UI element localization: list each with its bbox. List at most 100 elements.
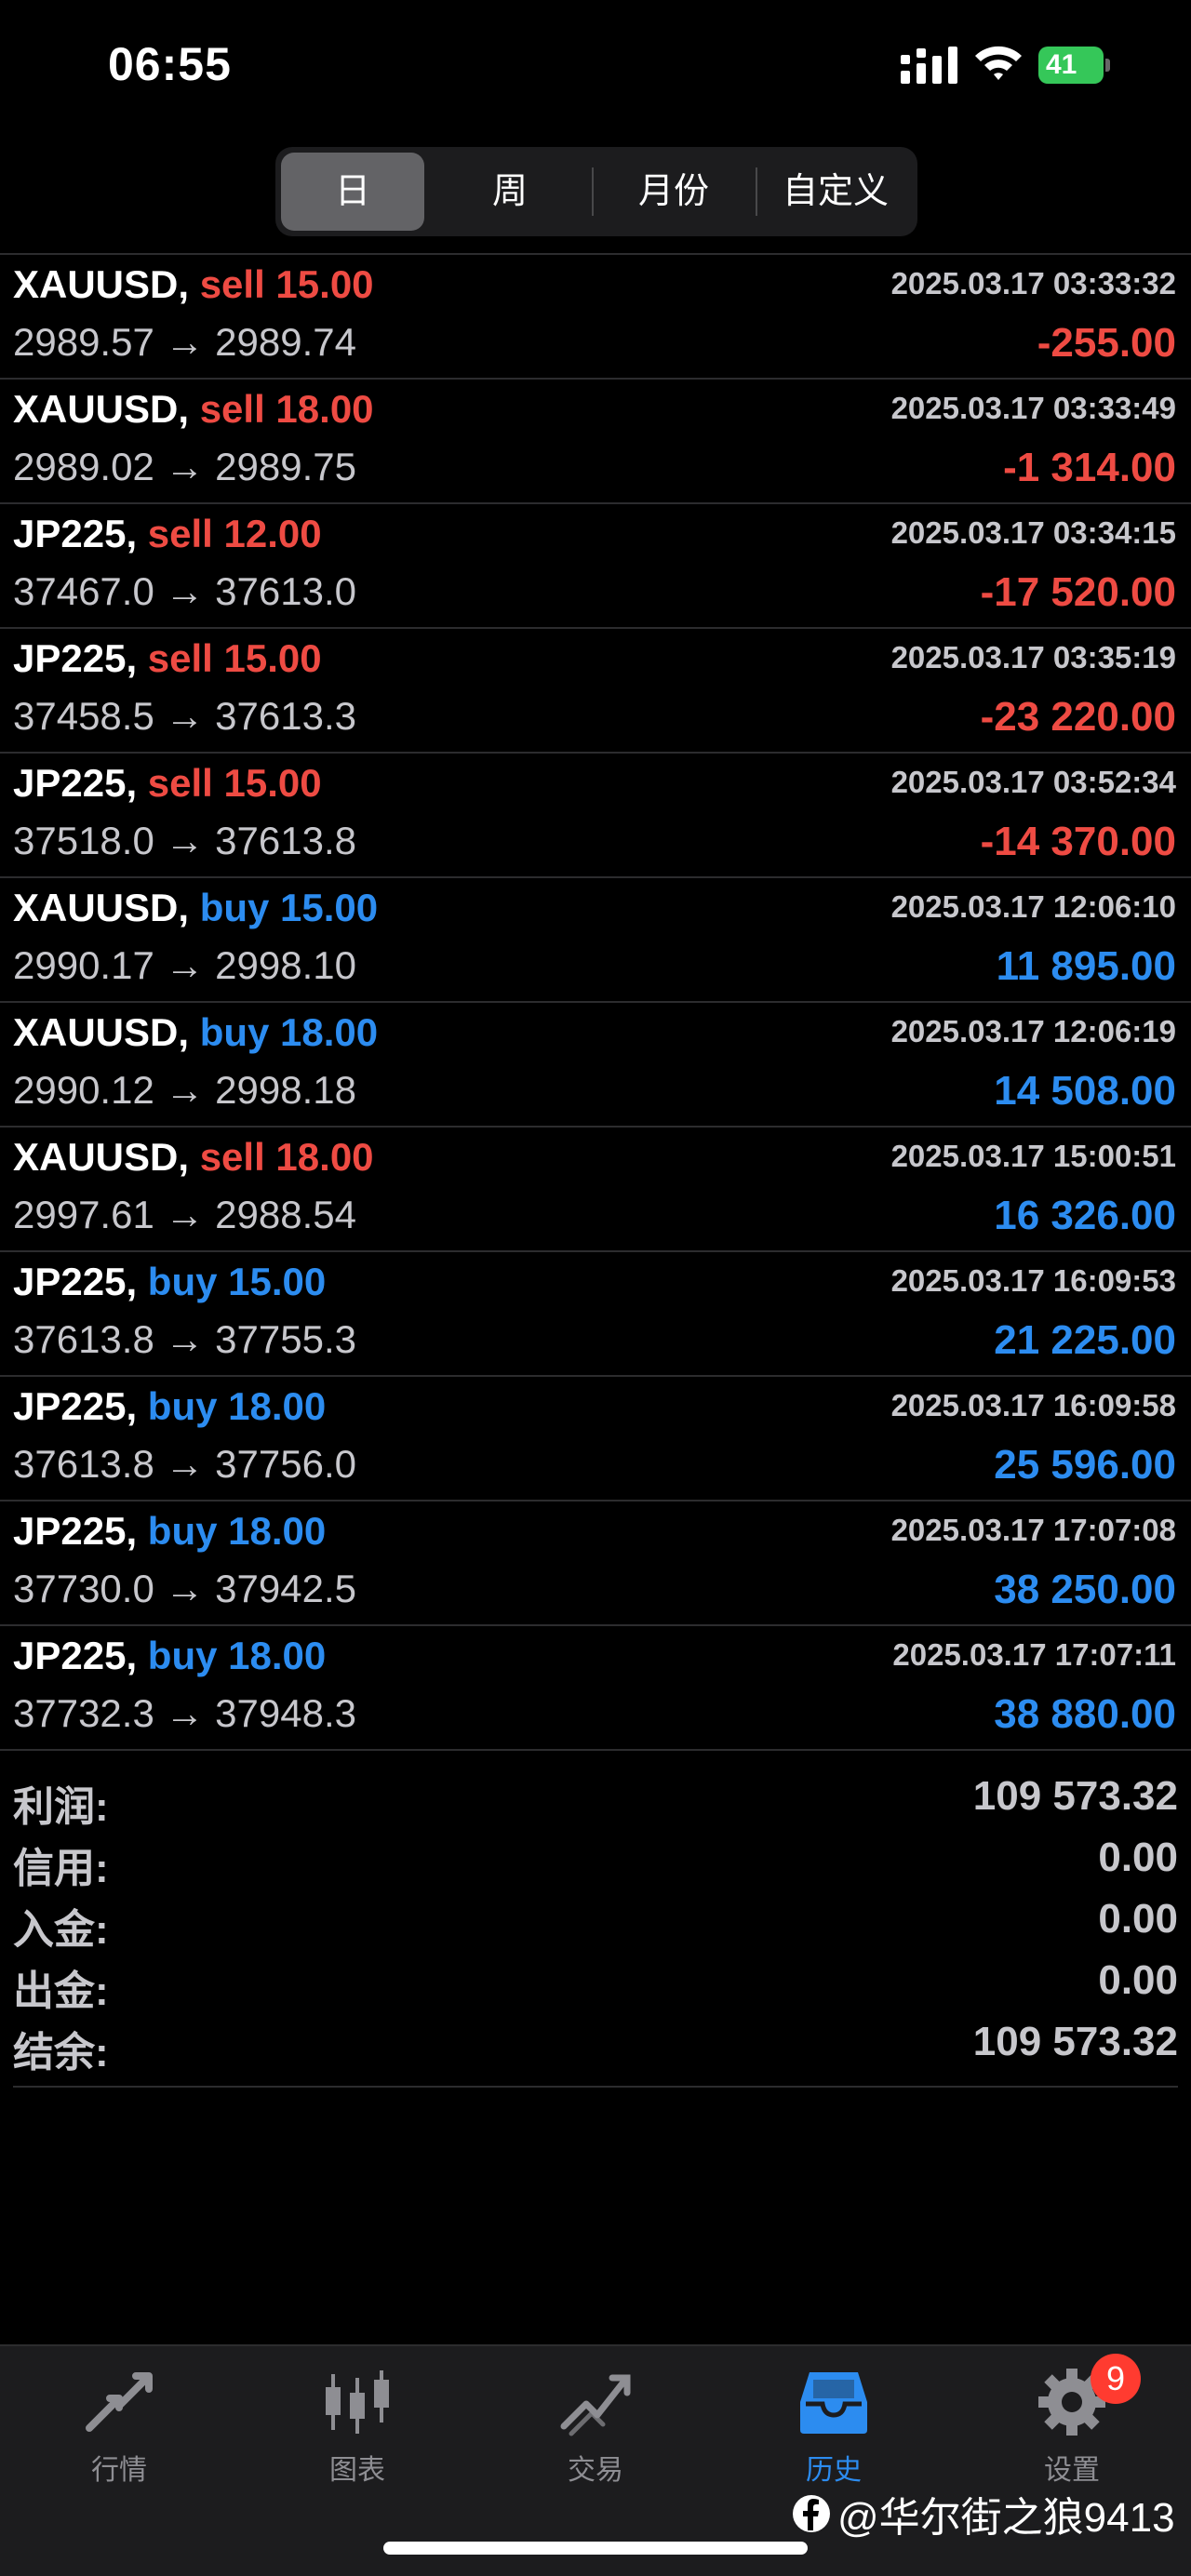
deal-row[interactable]: JP225, buy 18.00 2025.03.17 17:07:11 377… <box>0 1626 1191 1751</box>
tab-label: 行情 <box>91 2455 147 2486</box>
wifi-icon <box>975 46 1022 80</box>
segment-divider <box>592 167 594 216</box>
tab-label: 图表 <box>329 2455 385 2486</box>
deal-profit: 21 225.00 <box>994 1317 1176 1363</box>
summary-row-deposit: 入金: 0.00 <box>13 1890 1178 1953</box>
deal-prices: 37613.8 → 37755.3 <box>13 1317 356 1361</box>
deal-row[interactable]: JP225, buy 18.00 2025.03.17 16:09:58 376… <box>0 1377 1191 1502</box>
summary-value: 0.00 <box>1098 1957 1178 2003</box>
period-tab-day[interactable]: 日 <box>281 153 424 231</box>
summary-row-profit: 利润: 109 573.32 <box>13 1768 1178 1830</box>
deal-prices: 2990.17 → 2998.10 <box>13 943 356 987</box>
tab-trade[interactable]: 交易 <box>476 2365 715 2495</box>
summary-value: 109 573.32 <box>972 2019 1178 2064</box>
deal-profit: -17 520.00 <box>980 569 1176 615</box>
watermark: @华尔街之狼9413 <box>791 2484 1175 2543</box>
summary-row-credit: 信用: 0.00 <box>13 1829 1178 1891</box>
deal-symbol: JP225, <box>13 1634 138 1677</box>
deal-row[interactable]: JP225, sell 12.00 2025.03.17 03:34:15 37… <box>0 504 1191 629</box>
candlestick-chart-icon <box>326 2370 389 2434</box>
summary-value: 109 573.32 <box>972 1773 1178 1819</box>
settings-notification-badge: 9 <box>1091 2354 1141 2404</box>
deal-row[interactable]: XAUUSD, sell 18.00 2025.03.17 03:33:49 2… <box>0 380 1191 504</box>
deal-side: buy 15.00 <box>199 886 379 929</box>
trade-icon <box>560 2374 631 2436</box>
summary-row-balance: 结余: 109 573.32 <box>13 2013 1178 2075</box>
deal-time: 2025.03.17 12:06:10 <box>890 889 1176 924</box>
deal-profit: 38 250.00 <box>994 1567 1176 1612</box>
deal-time: 2025.03.17 17:07:08 <box>890 1513 1176 1547</box>
history-inbox-icon <box>800 2372 867 2434</box>
deal-side: buy 18.00 <box>199 1010 379 1054</box>
deal-time: 2025.03.17 03:52:34 <box>890 765 1176 799</box>
deal-side: sell 18.00 <box>199 387 374 431</box>
cellular-signal-icon <box>901 47 957 84</box>
period-tab-month[interactable]: 月份 <box>596 153 752 231</box>
status-bar: 06:55 41 <box>0 0 1191 130</box>
deal-time: 2025.03.17 03:34:15 <box>890 515 1176 550</box>
deal-time: 2025.03.17 12:06:19 <box>890 1014 1176 1048</box>
deal-row[interactable]: XAUUSD, buy 15.00 2025.03.17 12:06:10 29… <box>0 878 1191 1003</box>
deal-row[interactable]: XAUUSD, sell 18.00 2025.03.17 15:00:51 2… <box>0 1128 1191 1252</box>
tab-settings[interactable]: 设置 <box>953 2365 1191 2495</box>
deal-side: buy 18.00 <box>147 1634 327 1677</box>
deal-prices: 37730.0 → 37942.5 <box>13 1567 356 1610</box>
period-tab-custom[interactable]: 自定义 <box>759 153 912 231</box>
deal-side: buy 18.00 <box>147 1384 327 1428</box>
deal-side: sell 15.00 <box>199 262 374 306</box>
tab-charts[interactable]: 图表 <box>238 2365 476 2495</box>
deal-time: 2025.03.17 03:33:32 <box>890 266 1176 300</box>
deal-profit: -23 220.00 <box>980 694 1176 740</box>
deal-symbol: JP225, <box>13 512 138 555</box>
summary-row-withdrawal: 出金: 0.00 <box>13 1952 1178 2014</box>
summary-label: 出金: <box>13 1969 109 2014</box>
deal-time: 2025.03.17 16:09:53 <box>890 1263 1176 1298</box>
summary-value: 0.00 <box>1098 1896 1178 1942</box>
facebook-icon <box>793 2495 830 2532</box>
deal-prices: 2990.12 → 2998.18 <box>13 1068 356 1112</box>
deal-symbol: XAUUSD, <box>13 262 190 306</box>
deal-prices: 2989.57 → 2989.74 <box>13 320 356 364</box>
deal-symbol: XAUUSD, <box>13 886 190 929</box>
summary-value: 0.00 <box>1098 1835 1178 1880</box>
deal-symbol: JP225, <box>13 636 138 680</box>
deal-time: 2025.03.17 03:33:49 <box>890 391 1176 425</box>
deal-row[interactable]: JP225, buy 18.00 2025.03.17 17:07:08 377… <box>0 1502 1191 1626</box>
status-time: 06:55 <box>108 38 232 90</box>
deal-time: 2025.03.17 16:09:58 <box>890 1388 1176 1422</box>
deal-symbol: JP225, <box>13 1384 138 1428</box>
deal-symbol: XAUUSD, <box>13 1135 190 1179</box>
tab-label: 历史 <box>806 2455 862 2486</box>
deal-symbol: JP225, <box>13 1260 138 1303</box>
home-indicator[interactable] <box>383 2542 808 2555</box>
deal-row[interactable]: JP225, buy 15.00 2025.03.17 16:09:53 376… <box>0 1252 1191 1377</box>
deal-time: 2025.03.17 17:07:11 <box>892 1637 1176 1672</box>
summary-label: 入金: <box>13 1907 109 1953</box>
deal-prices: 37467.0 → 37613.0 <box>13 569 356 613</box>
quotes-icon <box>86 2372 153 2432</box>
summary-label: 利润: <box>13 1784 109 1830</box>
deal-prices: 37518.0 → 37613.8 <box>13 819 356 862</box>
deal-side: buy 18.00 <box>147 1509 327 1553</box>
summary-divider <box>13 2086 1178 2088</box>
account-summary: 利润: 109 573.32 信用: 0.00 入金: 0.00 出金: 0.0… <box>13 1768 1178 2075</box>
deal-row[interactable]: XAUUSD, buy 18.00 2025.03.17 12:06:19 29… <box>0 1003 1191 1128</box>
watermark-text: @华尔街之狼9413 <box>837 2495 1175 2541</box>
deal-prices: 37732.3 → 37948.3 <box>13 1691 356 1735</box>
battery-indicator: 41 <box>1038 47 1110 84</box>
deal-profit: 14 508.00 <box>994 1068 1176 1114</box>
deal-profit: 11 895.00 <box>996 943 1176 989</box>
deal-row[interactable]: XAUUSD, sell 15.00 2025.03.17 03:33:32 2… <box>0 255 1191 380</box>
deal-symbol: XAUUSD, <box>13 1010 190 1054</box>
deal-prices: 2989.02 → 2989.75 <box>13 445 356 488</box>
deal-prices: 37613.8 → 37756.0 <box>13 1442 356 1486</box>
deal-side: sell 15.00 <box>147 761 322 805</box>
period-tab-week[interactable]: 周 <box>432 153 588 231</box>
deal-row[interactable]: JP225, sell 15.00 2025.03.17 03:35:19 37… <box>0 629 1191 754</box>
deal-prices: 37458.5 → 37613.3 <box>13 694 356 738</box>
tab-history[interactable]: 历史 <box>715 2365 953 2495</box>
deal-row[interactable]: JP225, sell 15.00 2025.03.17 03:52:34 37… <box>0 754 1191 878</box>
deal-symbol: JP225, <box>13 761 138 805</box>
tab-quotes[interactable]: 行情 <box>0 2365 238 2495</box>
segment-divider <box>756 167 757 216</box>
